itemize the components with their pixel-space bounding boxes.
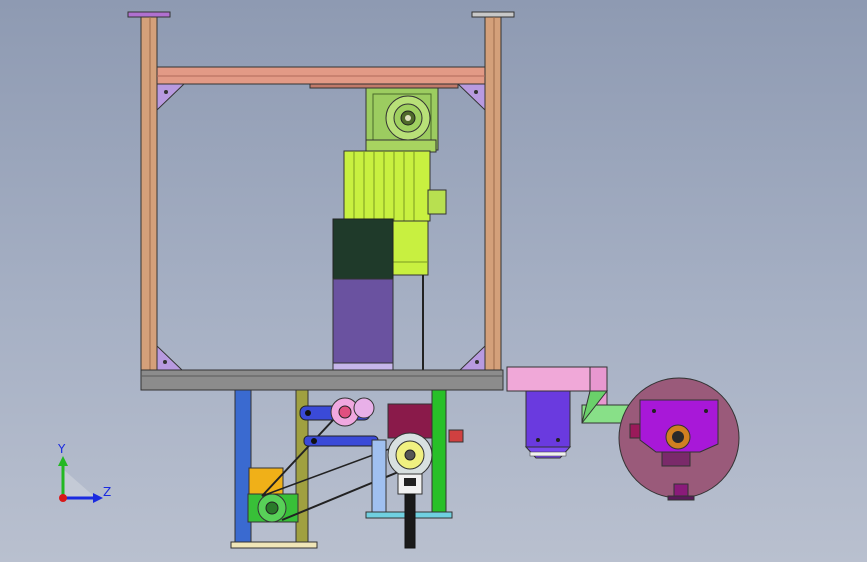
triad-shadow [64, 470, 96, 498]
y-axis-label: Y [58, 442, 66, 456]
coordinate-triad [58, 456, 103, 503]
cad-viewport[interactable]: Y Z [0, 0, 867, 562]
origin-icon [59, 494, 67, 502]
z-axis-label: Z [103, 485, 112, 499]
